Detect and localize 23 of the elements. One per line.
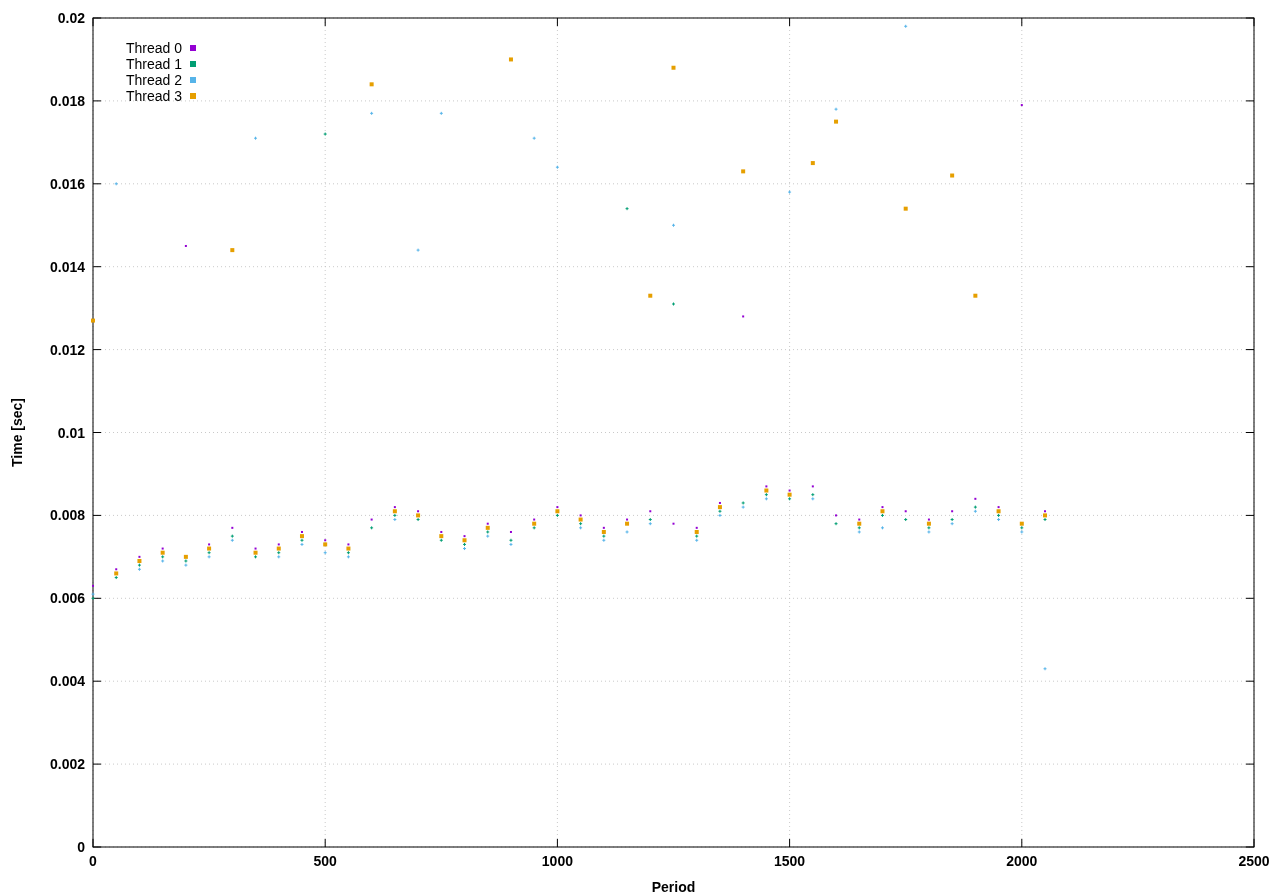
x-tick-label: 0 bbox=[89, 853, 97, 869]
y-tick-label: 0.006 bbox=[49, 590, 85, 607]
y-tick-label: 0.012 bbox=[49, 341, 85, 358]
x-tick-label: 2000 bbox=[1006, 853, 1038, 869]
y-tick-label: 0.008 bbox=[49, 507, 85, 524]
x-tick-label: 500 bbox=[313, 853, 337, 869]
legend-label: Thread 0 bbox=[126, 40, 183, 56]
legend-label: Thread 2 bbox=[126, 72, 183, 88]
x-tick-label: 1000 bbox=[541, 853, 573, 869]
legend-label: Thread 1 bbox=[126, 56, 183, 72]
y-tick-label: 0.018 bbox=[49, 92, 85, 109]
y-tick-label: 0.014 bbox=[49, 258, 85, 275]
legend-label: Thread 3 bbox=[126, 88, 183, 104]
x-tick-label: 1500 bbox=[774, 853, 806, 869]
x-tick-label: 2500 bbox=[1238, 853, 1270, 869]
y-tick-label: 0.002 bbox=[49, 756, 85, 773]
x-axis-title: Period bbox=[651, 879, 696, 895]
y-tick-label: 0.02 bbox=[57, 10, 85, 26]
y-tick-label: 0.004 bbox=[49, 673, 85, 690]
y-tick-label: 0 bbox=[77, 839, 85, 855]
y-tick-label: 0.01 bbox=[57, 424, 85, 441]
y-tick-label: 0.016 bbox=[49, 175, 85, 192]
y-axis-title: Time [sec] bbox=[9, 398, 25, 467]
